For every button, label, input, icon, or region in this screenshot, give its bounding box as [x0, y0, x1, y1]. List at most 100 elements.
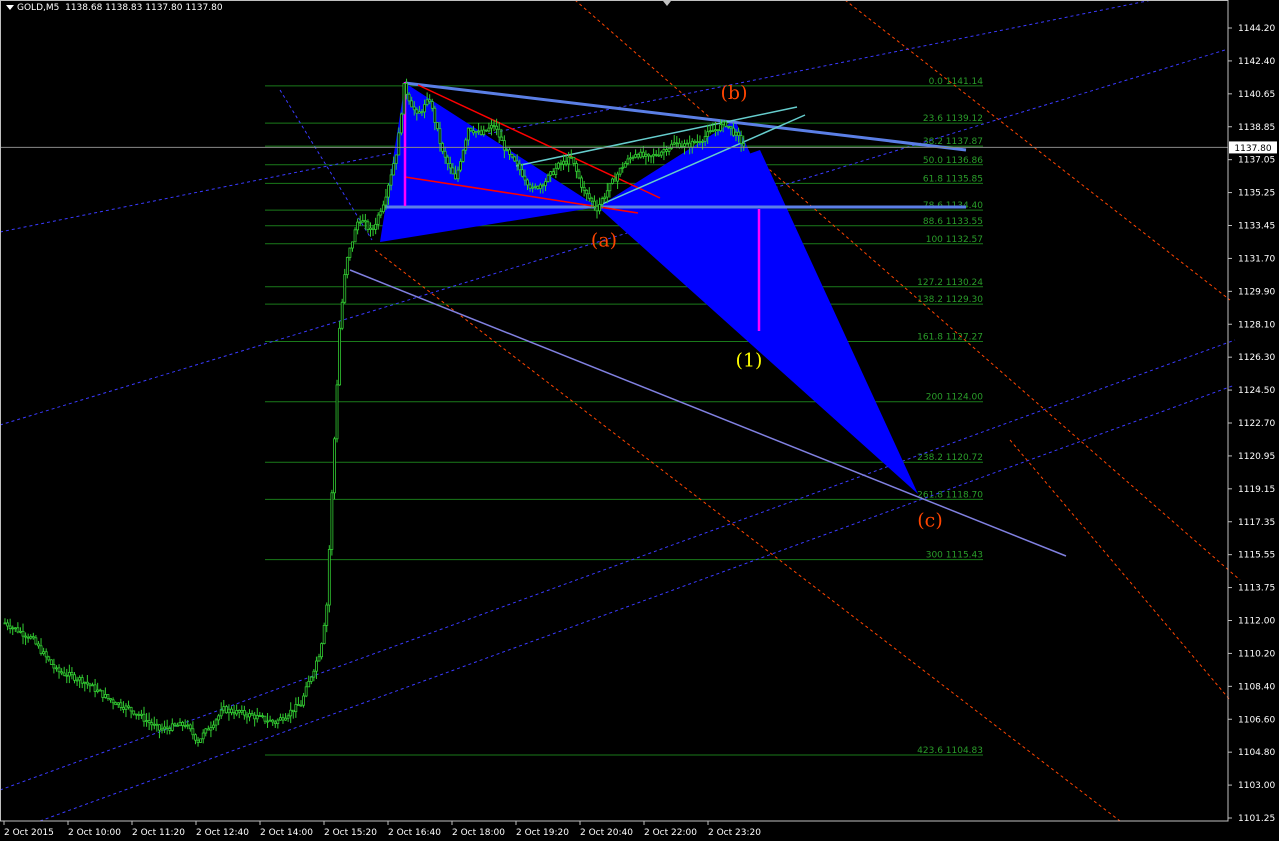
candle-body[interactable] — [294, 704, 298, 713]
candle-body[interactable] — [410, 100, 414, 108]
candle-body[interactable] — [273, 721, 277, 725]
candle-body[interactable] — [37, 643, 40, 647]
candle-body[interactable] — [111, 699, 115, 704]
candle-body[interactable] — [484, 129, 488, 132]
candle-body[interactable] — [417, 111, 421, 114]
candle-body[interactable] — [693, 140, 697, 143]
candle-body[interactable] — [250, 713, 254, 716]
candle-body[interactable] — [361, 220, 365, 223]
candle-body[interactable] — [587, 193, 591, 199]
candle-body[interactable] — [258, 715, 262, 718]
candle-body[interactable] — [446, 156, 450, 165]
candle-body[interactable] — [389, 174, 393, 186]
candle-body[interactable] — [60, 671, 64, 674]
candle-body[interactable] — [248, 713, 251, 718]
candle-body[interactable] — [26, 636, 30, 639]
candle-body[interactable] — [42, 651, 46, 655]
candle-body[interactable] — [21, 630, 25, 637]
candle-body[interactable] — [533, 185, 537, 188]
candle-body[interactable] — [327, 549, 331, 606]
candle-body[interactable] — [142, 713, 146, 722]
candle-body[interactable] — [242, 709, 246, 716]
candle-body[interactable] — [505, 149, 509, 152]
candle-body[interactable] — [487, 127, 491, 132]
candle-body[interactable] — [549, 171, 553, 176]
candle-body[interactable] — [405, 82, 408, 95]
candle-body[interactable] — [394, 154, 398, 164]
candle-body[interactable] — [649, 155, 653, 158]
candle-body[interactable] — [508, 149, 511, 155]
candle-body[interactable] — [520, 169, 524, 177]
candle-body[interactable] — [662, 149, 666, 153]
candle-body[interactable] — [639, 151, 643, 158]
candle-body[interactable] — [546, 174, 550, 182]
candle-body[interactable] — [667, 147, 671, 152]
candle-body[interactable] — [724, 121, 728, 127]
candle-body[interactable] — [338, 327, 342, 386]
candle-body[interactable] — [593, 200, 596, 207]
candle-body[interactable] — [497, 128, 501, 138]
candle-body[interactable] — [230, 708, 233, 714]
candle-body[interactable] — [178, 721, 182, 727]
candle-body[interactable] — [88, 683, 92, 687]
candle-body[interactable] — [52, 664, 56, 669]
candle-body[interactable] — [83, 681, 87, 684]
dropdown-triangle-icon[interactable] — [6, 5, 14, 10]
candle-body[interactable] — [541, 184, 545, 187]
candle-body[interactable] — [526, 179, 529, 186]
candle-body[interactable] — [206, 728, 210, 731]
candle-body[interactable] — [711, 130, 715, 133]
candle-body[interactable] — [513, 156, 517, 162]
candle-body[interactable] — [358, 221, 362, 224]
candle-body[interactable] — [474, 131, 478, 134]
candle-body[interactable] — [127, 705, 130, 708]
candle-body[interactable] — [57, 667, 61, 673]
candle-body[interactable] — [482, 129, 486, 135]
candle-body[interactable] — [732, 127, 735, 136]
candle-body[interactable] — [199, 738, 203, 743]
candle-body[interactable] — [217, 715, 221, 721]
candle-body[interactable] — [291, 709, 295, 713]
candle-body[interactable] — [616, 173, 619, 182]
candle-body[interactable] — [402, 82, 406, 115]
candle-body[interactable] — [353, 229, 357, 243]
candle-body[interactable] — [629, 157, 632, 160]
candle-body[interactable] — [245, 714, 249, 718]
candle-body[interactable] — [392, 163, 396, 176]
candle-body[interactable] — [330, 492, 334, 550]
candle-body[interactable] — [472, 130, 475, 134]
candle-body[interactable] — [384, 196, 388, 206]
candle-body[interactable] — [479, 130, 483, 135]
candle-body[interactable] — [183, 725, 187, 727]
candle-body[interactable] — [62, 672, 66, 676]
candle-body[interactable] — [47, 656, 51, 661]
candle-body[interactable] — [212, 724, 215, 728]
candle-body[interactable] — [122, 707, 125, 710]
candle-body[interactable] — [454, 173, 457, 180]
candle-body[interactable] — [554, 167, 558, 175]
candle-body[interactable] — [721, 121, 725, 126]
candle-body[interactable] — [181, 721, 185, 726]
candle-body[interactable] — [701, 140, 704, 143]
candle-body[interactable] — [289, 709, 293, 717]
candle-body[interactable] — [600, 198, 604, 205]
candle-body[interactable] — [80, 677, 84, 684]
candle-body[interactable] — [168, 728, 172, 731]
candle-body[interactable] — [551, 171, 555, 175]
candle-body[interactable] — [271, 719, 275, 723]
candle-body[interactable] — [430, 101, 434, 109]
candle-body[interactable] — [495, 125, 499, 130]
candle-body[interactable] — [706, 131, 710, 137]
candle-body[interactable] — [399, 113, 403, 134]
candle-body[interactable] — [116, 702, 120, 706]
candle-body[interactable] — [260, 715, 264, 718]
candle-body[interactable] — [343, 274, 347, 303]
candle-body[interactable] — [173, 723, 177, 726]
candle-body[interactable] — [407, 93, 411, 102]
candle-body[interactable] — [119, 702, 123, 708]
candle-body[interactable] — [644, 153, 648, 157]
candle-body[interactable] — [129, 706, 133, 712]
candle-body[interactable] — [739, 135, 743, 144]
candle-body[interactable] — [425, 99, 429, 105]
candle-body[interactable] — [459, 161, 462, 171]
